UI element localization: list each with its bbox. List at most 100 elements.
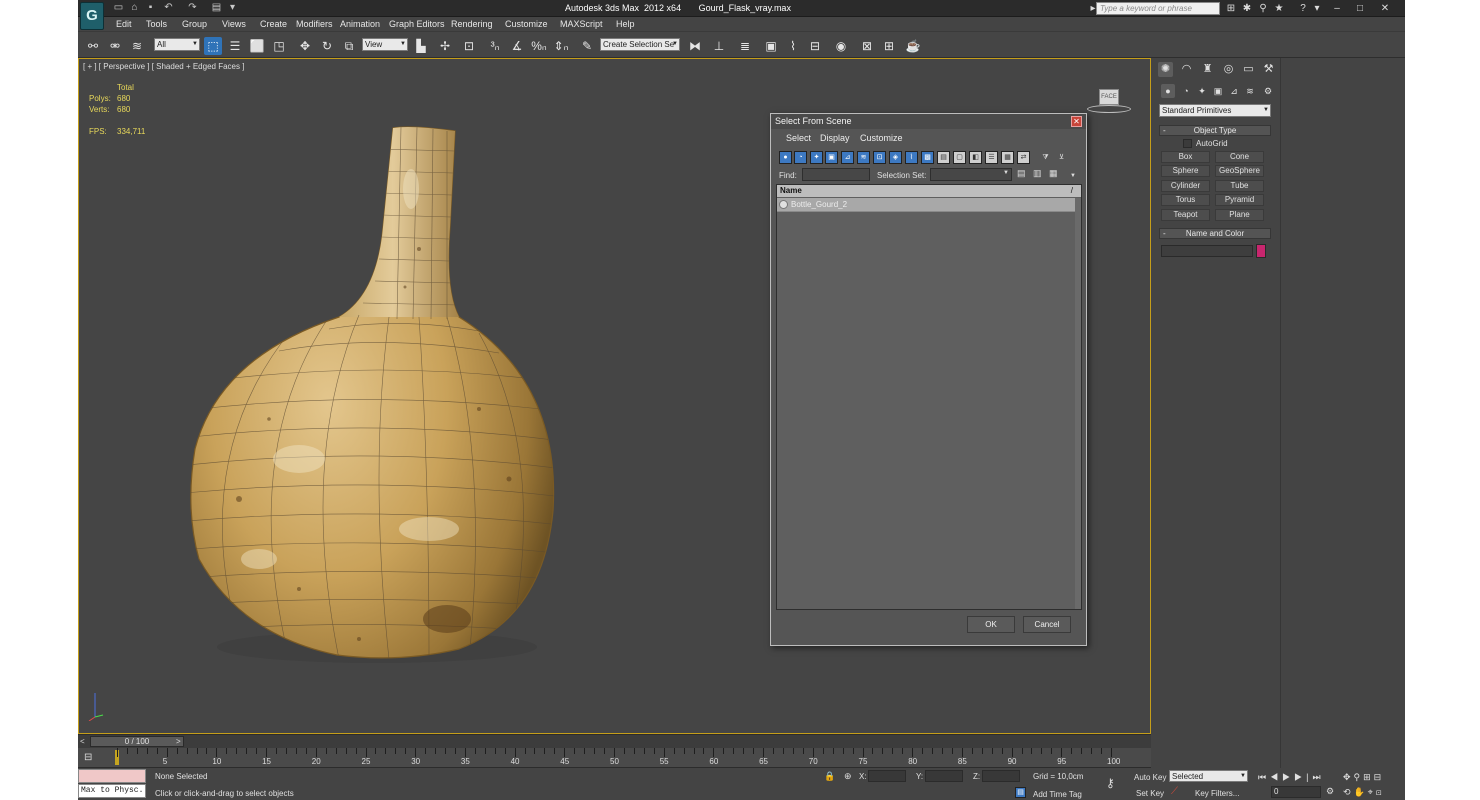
- menu-edit[interactable]: Edit: [116, 17, 132, 31]
- edit-named-selection-icon[interactable]: ✎: [578, 37, 596, 55]
- help-dropdown-icon[interactable]: ▾: [1310, 2, 1324, 15]
- menu-group[interactable]: Group: [182, 17, 207, 31]
- display-containers-icon[interactable]: ▩: [921, 151, 934, 164]
- set-key-button[interactable]: Set Key: [1136, 789, 1164, 798]
- key-filters-button[interactable]: Key Filters...: [1195, 789, 1239, 798]
- teapot-button[interactable]: Teapot: [1161, 209, 1210, 221]
- set-key-icon[interactable]: ⟋: [1171, 786, 1183, 798]
- viewcube[interactable]: FACE: [1087, 89, 1131, 115]
- keyboard-shortcut-override-icon[interactable]: ⊡: [460, 37, 478, 55]
- viewport-nav-controls[interactable]: ✥⚲⊞⊟: [1343, 771, 1403, 783]
- dialog-menu-select[interactable]: Select: [786, 133, 811, 143]
- absolute-mode-icon[interactable]: ⊕: [844, 770, 856, 782]
- name-and-color-rollout[interactable]: - Name and Color: [1159, 228, 1271, 239]
- select-and-rotate-icon[interactable]: ↻: [318, 37, 336, 55]
- track-bar[interactable]: ⊟ 5 10 15 20 25 30 35 40 45 50 55 60 65 70 75 80 85 90 95 1…: [78, 748, 1151, 768]
- application-logo-icon[interactable]: G: [80, 2, 104, 30]
- angle-snap-icon[interactable]: ∡: [508, 37, 526, 55]
- dialog-menu-display[interactable]: Display: [820, 133, 850, 143]
- systems-icon[interactable]: ⚙: [1261, 84, 1275, 98]
- material-editor-icon[interactable]: ◉: [832, 37, 850, 55]
- close-window-icon[interactable]: ✕: [1378, 2, 1392, 15]
- menu-modifiers[interactable]: Modifiers: [296, 17, 333, 31]
- sphere-button[interactable]: Sphere: [1161, 165, 1210, 177]
- select-all-icon[interactable]: ▤: [937, 151, 950, 164]
- close-dialog-icon[interactable]: ✕: [1071, 116, 1082, 127]
- current-frame-field[interactable]: 0: [1271, 786, 1321, 798]
- sync-selection-icon[interactable]: ⇄: [1017, 151, 1030, 164]
- column-header-name[interactable]: Name /: [777, 185, 1081, 197]
- add-time-tag-button[interactable]: Add Time Tag: [1033, 790, 1082, 799]
- geometry-icon[interactable]: ●: [1161, 84, 1175, 98]
- dialog-menu-customize[interactable]: Customize: [860, 133, 903, 143]
- reference-coordinate-dropdown[interactable]: View ▼: [362, 38, 408, 51]
- primitive-category-dropdown[interactable]: Standard Primitives ▼: [1159, 104, 1271, 117]
- menu-help[interactable]: Help: [616, 17, 635, 31]
- object-type-rollout[interactable]: - Object Type: [1159, 125, 1271, 136]
- selection-set-dropdown[interactable]: ▼: [930, 168, 1012, 181]
- spinner-snap-icon[interactable]: ⇕ₙ: [552, 37, 570, 55]
- utilities-tab-icon[interactable]: ⚒: [1261, 62, 1276, 77]
- percent-snap-icon[interactable]: %ₙ: [530, 37, 548, 55]
- lights-icon[interactable]: ✦: [1195, 84, 1209, 98]
- time-configuration-icon[interactable]: ⚙: [1326, 785, 1338, 797]
- bind-space-warp-icon[interactable]: ≋: [128, 37, 146, 55]
- maxscript-listener-input[interactable]: [78, 769, 146, 783]
- project-folder-icon[interactable]: ▤: [210, 2, 223, 14]
- curve-editor-icon[interactable]: ⌇: [784, 37, 802, 55]
- rendered-frame-window-icon[interactable]: ⊞: [880, 37, 898, 55]
- z-coordinate-field[interactable]: [982, 770, 1020, 782]
- display-cameras-icon[interactable]: ▣: [825, 151, 838, 164]
- menu-graph-editors[interactable]: Graph Editors: [389, 17, 445, 31]
- box-button[interactable]: Box: [1161, 151, 1210, 163]
- layer-manager-icon[interactable]: ≣: [736, 37, 754, 55]
- menu-maxscript[interactable]: MAXScript: [560, 17, 603, 31]
- x-coordinate-field[interactable]: [868, 770, 906, 782]
- filter-options-icon[interactable]: ⊻: [1055, 151, 1068, 164]
- time-slider[interactable]: < 0 / 100 >: [78, 734, 1151, 748]
- selection-filter-dropdown[interactable]: All ▼: [154, 38, 200, 51]
- maxscript-output[interactable]: Max to Physc.: [78, 784, 146, 798]
- selection-set-add-icon[interactable]: ▤: [1017, 168, 1029, 181]
- display-children-icon[interactable]: ☰: [985, 151, 998, 164]
- time-slider-thumb[interactable]: 0 / 100: [90, 736, 184, 747]
- display-influences-icon[interactable]: ▦: [1001, 151, 1014, 164]
- display-groups-icon[interactable]: ⊡: [873, 151, 886, 164]
- cone-button[interactable]: Cone: [1215, 151, 1264, 163]
- selection-set-edit-icon[interactable]: ▦: [1049, 168, 1061, 181]
- scene-object-list[interactable]: Name / Bottle_Gourd_2: [776, 184, 1082, 610]
- tools-icon[interactable]: ✱: [1240, 2, 1254, 15]
- search-input[interactable]: Type a keyword or phrase: [1096, 2, 1220, 15]
- display-tab-icon[interactable]: ▭: [1241, 62, 1256, 77]
- key-mode-dropdown[interactable]: Selected ▼: [1169, 770, 1248, 782]
- display-geometry-icon[interactable]: ●: [779, 151, 792, 164]
- minimize-icon[interactable]: –: [1330, 2, 1344, 15]
- viewcube-face[interactable]: FACE: [1099, 89, 1119, 105]
- key-icon[interactable]: ⚷: [1106, 776, 1124, 790]
- help-icon[interactable]: ?: [1296, 2, 1310, 15]
- object-name-input[interactable]: [1161, 245, 1253, 257]
- open-file-icon[interactable]: ⌂: [128, 2, 141, 14]
- time-slider-next-icon[interactable]: >: [176, 736, 184, 747]
- select-invert-icon[interactable]: ◧: [969, 151, 982, 164]
- maximize-icon[interactable]: □: [1353, 2, 1367, 15]
- viewport-label[interactable]: [ + ] [ Perspective ] [ Shaded + Edged F…: [83, 62, 244, 71]
- geosphere-button[interactable]: GeoSphere: [1215, 165, 1264, 177]
- display-bones-icon[interactable]: ⌇: [905, 151, 918, 164]
- select-and-move-icon[interactable]: ✥: [296, 37, 314, 55]
- display-helpers-icon[interactable]: ⊿: [841, 151, 854, 164]
- undo-icon[interactable]: ↶: [162, 2, 175, 14]
- space-warps-icon[interactable]: ≋: [1243, 84, 1257, 98]
- shapes-icon[interactable]: ◔: [1179, 84, 1193, 98]
- quick-access-dropdown-icon[interactable]: ▾: [226, 2, 239, 14]
- select-and-link-icon[interactable]: ⚯: [84, 37, 102, 55]
- plane-button[interactable]: Plane: [1215, 209, 1264, 221]
- binoculars-icon[interactable]: ⊞: [1224, 2, 1238, 15]
- save-icon[interactable]: ▪: [144, 2, 157, 14]
- select-none-icon[interactable]: ▢: [953, 151, 966, 164]
- mirror-icon[interactable]: ⧓: [686, 37, 704, 55]
- select-object-icon[interactable]: ⬚: [204, 37, 222, 55]
- selection-set-remove-icon[interactable]: ▥: [1033, 168, 1045, 181]
- favorites-star-icon[interactable]: ★: [1272, 2, 1286, 15]
- expand-options-icon[interactable]: ▼: [1070, 173, 1078, 181]
